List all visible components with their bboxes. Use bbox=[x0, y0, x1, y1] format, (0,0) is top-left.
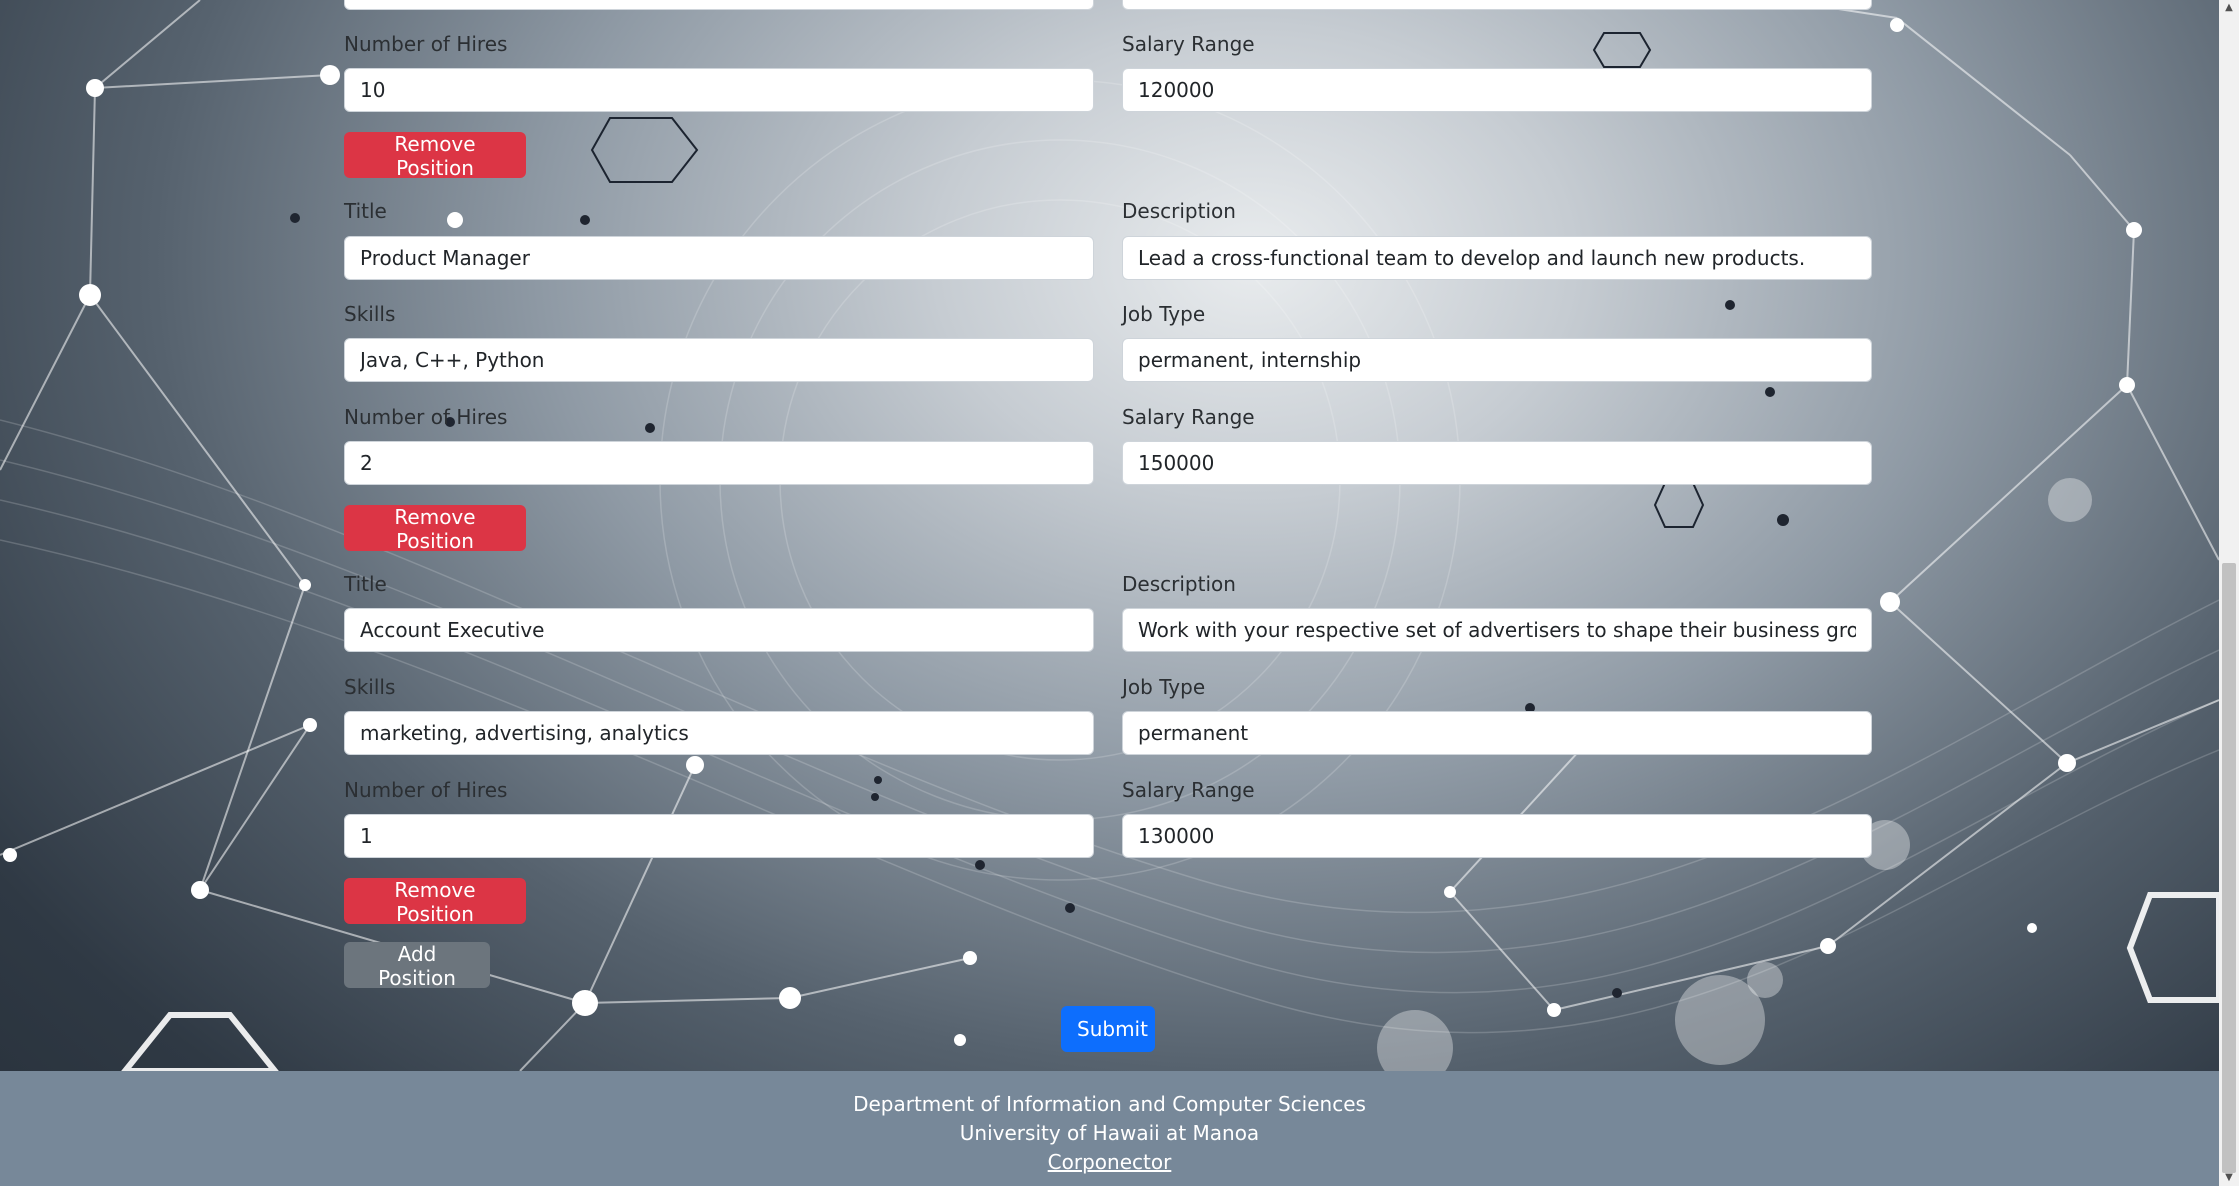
footer-department: Department of Information and Computer S… bbox=[853, 1092, 1366, 1116]
scrollbar-thumb[interactable] bbox=[2222, 563, 2236, 1173]
page-footer: Department of Information and Computer S… bbox=[0, 1071, 2219, 1186]
position-3-salary-label: Salary Range bbox=[1122, 778, 1255, 802]
position-3-description-input[interactable] bbox=[1122, 608, 1872, 652]
position-2-skills-input[interactable] bbox=[344, 338, 1094, 382]
footer-corponector-link[interactable]: Corponector bbox=[1048, 1150, 1172, 1174]
position-2-skills-label: Skills bbox=[344, 302, 396, 326]
position-2-remove-button[interactable]: Remove Position bbox=[344, 505, 526, 553]
footer-university: University of Hawaii at Manoa bbox=[959, 1121, 1260, 1145]
position-1-salary-input[interactable] bbox=[1122, 68, 1872, 112]
position-2-job-type-input[interactable] bbox=[1122, 338, 1872, 382]
position-3-description-label: Description bbox=[1122, 572, 1236, 596]
position-3-job-type-label: Job Type bbox=[1122, 675, 1206, 699]
add-position-button[interactable]: Add Position bbox=[344, 942, 490, 990]
position-2-hires-input[interactable] bbox=[344, 441, 1094, 485]
position-3-hires-input[interactable] bbox=[344, 814, 1094, 858]
positions-form: Number of Hires Salary Range Remove Posi… bbox=[0, 0, 2219, 1071]
position-3-title-label: Title bbox=[344, 572, 387, 596]
position-1-remove-button[interactable]: Remove Position bbox=[344, 132, 526, 180]
triangle-up-icon[interactable]: ▲ bbox=[2219, 0, 2239, 16]
position-2-description-input[interactable] bbox=[1122, 236, 1872, 280]
submit-button[interactable]: Submit bbox=[1061, 1006, 1155, 1052]
position-3-job-type-input[interactable] bbox=[1122, 711, 1872, 755]
position-1-hires-label: Number of Hires bbox=[344, 32, 508, 56]
position-1-job-type-input[interactable] bbox=[1122, 0, 1872, 10]
position-3-skills-input[interactable] bbox=[344, 711, 1094, 755]
position-2-hires-label: Number of Hires bbox=[344, 405, 508, 429]
position-2-description-label: Description bbox=[1122, 199, 1236, 223]
position-1-hires-input[interactable] bbox=[344, 68, 1094, 112]
position-1-skills-input[interactable] bbox=[344, 0, 1094, 10]
position-3-skills-label: Skills bbox=[344, 675, 396, 699]
position-1-salary-label: Salary Range bbox=[1122, 32, 1255, 56]
position-3-title-input[interactable] bbox=[344, 608, 1094, 652]
position-2-title-input[interactable] bbox=[344, 236, 1094, 280]
triangle-down-icon[interactable]: ▼ bbox=[2219, 1170, 2239, 1186]
position-2-salary-label: Salary Range bbox=[1122, 405, 1255, 429]
position-2-salary-input[interactable] bbox=[1122, 441, 1872, 485]
position-2-title-label: Title bbox=[344, 199, 387, 223]
position-3-salary-input[interactable] bbox=[1122, 814, 1872, 858]
position-2-job-type-label: Job Type bbox=[1122, 302, 1206, 326]
vertical-scrollbar[interactable]: ▲ ▼ bbox=[2219, 0, 2239, 1186]
position-3-remove-button[interactable]: Remove Position bbox=[344, 878, 526, 926]
position-3-hires-label: Number of Hires bbox=[344, 778, 508, 802]
